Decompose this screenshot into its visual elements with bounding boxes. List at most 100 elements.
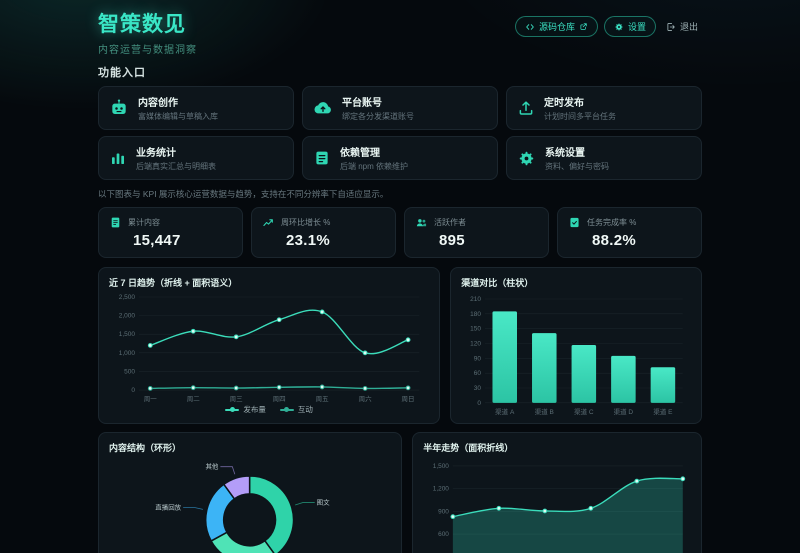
logout-icon: [666, 22, 676, 32]
external-link-icon: [579, 22, 588, 31]
legend-label: 互动: [298, 404, 313, 415]
svg-text:120: 120: [470, 340, 481, 347]
feature-card-system-settings[interactable]: 系统设置 资料、偏好与密码: [506, 136, 702, 180]
svg-text:150: 150: [470, 326, 481, 333]
svg-text:2,500: 2,500: [119, 294, 136, 301]
svg-text:2,000: 2,000: [119, 313, 136, 320]
code-icon: [525, 22, 535, 32]
legend-item-interaction[interactable]: 互动: [280, 404, 313, 415]
gear-icon: [517, 149, 536, 168]
feature-desc: 富媒体编辑与草稿入库: [138, 111, 218, 122]
halfyear-area-chart: 03006009001,2001,5001月2月3月4月5月6月: [423, 456, 691, 553]
content-donut-chart: 图文短视频直播回放其他: [109, 456, 391, 553]
settings-button[interactable]: 设置: [604, 16, 656, 37]
kpi-card-active-authors: 活跃作者 895: [404, 207, 549, 258]
source-repo-label: 源码仓库: [539, 20, 575, 33]
kpi-grid: 累计内容 15,447 周环比增长 % 23.1% 活跃作者 895 任务完成率…: [98, 207, 702, 258]
kpi-value: 15,447: [133, 232, 232, 249]
trend-up-icon: [262, 216, 275, 229]
robot-icon: [109, 98, 129, 118]
chart-row-1: 近 7 日趋势（折线 + 面积语义） 0 500 1,000 1,500 2,000 2,…: [98, 267, 702, 424]
feature-desc: 绑定各分发渠道账号: [342, 111, 414, 122]
gear-icon: [614, 22, 624, 32]
svg-text:0: 0: [478, 400, 482, 407]
kpi-card-total-content: 累计内容 15,447: [98, 207, 243, 258]
source-repo-button[interactable]: 源码仓库: [515, 16, 598, 37]
svg-text:500: 500: [124, 368, 135, 375]
page-subtitle: 内容运营与数据洞察: [98, 41, 197, 56]
clipboard-icon: [313, 149, 331, 167]
chart-title: 近 7 日趋势（折线 + 面积语义）: [109, 276, 429, 289]
feature-card-content-creation[interactable]: 内容创作 富媒体编辑与草稿入库: [98, 86, 294, 130]
chart-title: 内容结构（环形）: [109, 441, 391, 454]
users-icon: [415, 216, 428, 229]
svg-text:周六: 周六: [359, 394, 373, 403]
svg-text:渠道 D: 渠道 D: [614, 407, 634, 416]
svg-text:直播回放: 直播回放: [155, 502, 181, 511]
svg-text:1,500: 1,500: [119, 331, 136, 338]
kpi-label: 任务完成率 %: [587, 217, 636, 228]
legend-marker: [280, 407, 294, 413]
file-icon: [109, 216, 122, 229]
bar-chart-icon: [109, 149, 127, 167]
line-chart-legend: 发布量 互动: [109, 404, 429, 415]
task-check-icon: [568, 216, 581, 229]
svg-text:周三: 周三: [230, 395, 244, 403]
svg-text:周日: 周日: [402, 395, 415, 403]
svg-text:900: 900: [438, 508, 449, 515]
channel-bar-chart-card: 渠道对比（柱状） 0306090120150180210渠道 A渠道 B渠道 C…: [450, 267, 702, 424]
feature-card-scheduled-publish[interactable]: 定时发布 计划时间多平台任务: [506, 86, 702, 130]
dashboard-page: 智策数见 内容运营与数据洞察 源码仓库 设置 退出 功能入口 内容创作: [98, 0, 702, 553]
kpi-value: 23.1%: [286, 232, 385, 249]
svg-text:周五: 周五: [316, 395, 330, 403]
svg-text:周二: 周二: [187, 395, 201, 403]
chart-title: 渠道对比（柱状）: [461, 276, 691, 289]
svg-text:30: 30: [474, 385, 482, 392]
svg-text:渠道 B: 渠道 B: [535, 407, 554, 416]
feature-title: 平台账号: [342, 94, 414, 109]
feature-card-business-stats[interactable]: 业务统计 后端真实汇总与明细表: [98, 136, 294, 180]
kpi-note: 以下图表与 KPI 展示核心运营数据与趋势，支持在不同分辨率下自适应显示。: [98, 188, 702, 200]
svg-text:0: 0: [131, 387, 135, 394]
svg-text:1,500: 1,500: [433, 463, 450, 470]
svg-text:周四: 周四: [273, 395, 286, 403]
chart-title: 半年走势（面积折线）: [423, 441, 691, 454]
svg-text:图文: 图文: [317, 497, 330, 506]
upload-icon: [517, 99, 535, 117]
header: 智策数见 内容运营与数据洞察 源码仓库 设置 退出: [98, 8, 702, 56]
feature-desc: 资料、偏好与密码: [545, 161, 609, 172]
svg-text:周一: 周一: [144, 395, 158, 403]
legend-label: 发布量: [243, 404, 266, 415]
svg-text:60: 60: [474, 370, 482, 377]
kpi-card-task-completion: 任务完成率 % 88.2%: [557, 207, 702, 258]
legend-item-publish[interactable]: 发布量: [225, 404, 266, 415]
kpi-card-wow-growth: 周环比增长 % 23.1%: [251, 207, 396, 258]
settings-label: 设置: [628, 20, 646, 33]
cloud-upload-icon: [313, 98, 333, 118]
feature-title: 依赖管理: [340, 144, 408, 159]
chart-row-2: 内容结构（环形） 图文短视频直播回放其他 图文 短视频 直播回放 其他: [98, 432, 702, 553]
feature-desc: 后端 npm 依赖维护: [340, 161, 408, 172]
page-title: 智策数见: [98, 8, 197, 38]
feature-card-dependency-mgmt[interactable]: 依赖管理 后端 npm 依赖维护: [302, 136, 498, 180]
kpi-label: 累计内容: [128, 217, 160, 228]
svg-text:渠道 C: 渠道 C: [574, 407, 594, 416]
feature-title: 内容创作: [138, 94, 218, 109]
kpi-label: 周环比增长 %: [281, 217, 330, 228]
header-title-block: 智策数见 内容运营与数据洞察: [98, 8, 197, 56]
svg-text:1,000: 1,000: [119, 350, 136, 357]
svg-text:其他: 其他: [205, 462, 218, 471]
feature-title: 业务统计: [136, 144, 216, 159]
logout-label: 退出: [680, 20, 698, 33]
kpi-value: 895: [439, 232, 538, 249]
logout-button[interactable]: 退出: [662, 17, 702, 36]
feature-card-platform-accounts[interactable]: 平台账号 绑定各分发渠道账号: [302, 86, 498, 130]
feature-grid: 内容创作 富媒体编辑与草稿入库 平台账号 绑定各分发渠道账号 定时发布 计划时间…: [98, 86, 702, 180]
svg-text:90: 90: [474, 355, 482, 362]
legend-marker: [225, 407, 239, 413]
feature-desc: 后端真实汇总与明细表: [136, 161, 216, 172]
svg-text:1,200: 1,200: [433, 485, 450, 492]
svg-text:180: 180: [470, 311, 481, 318]
feature-desc: 计划时间多平台任务: [544, 111, 616, 122]
feature-title: 定时发布: [544, 94, 616, 109]
